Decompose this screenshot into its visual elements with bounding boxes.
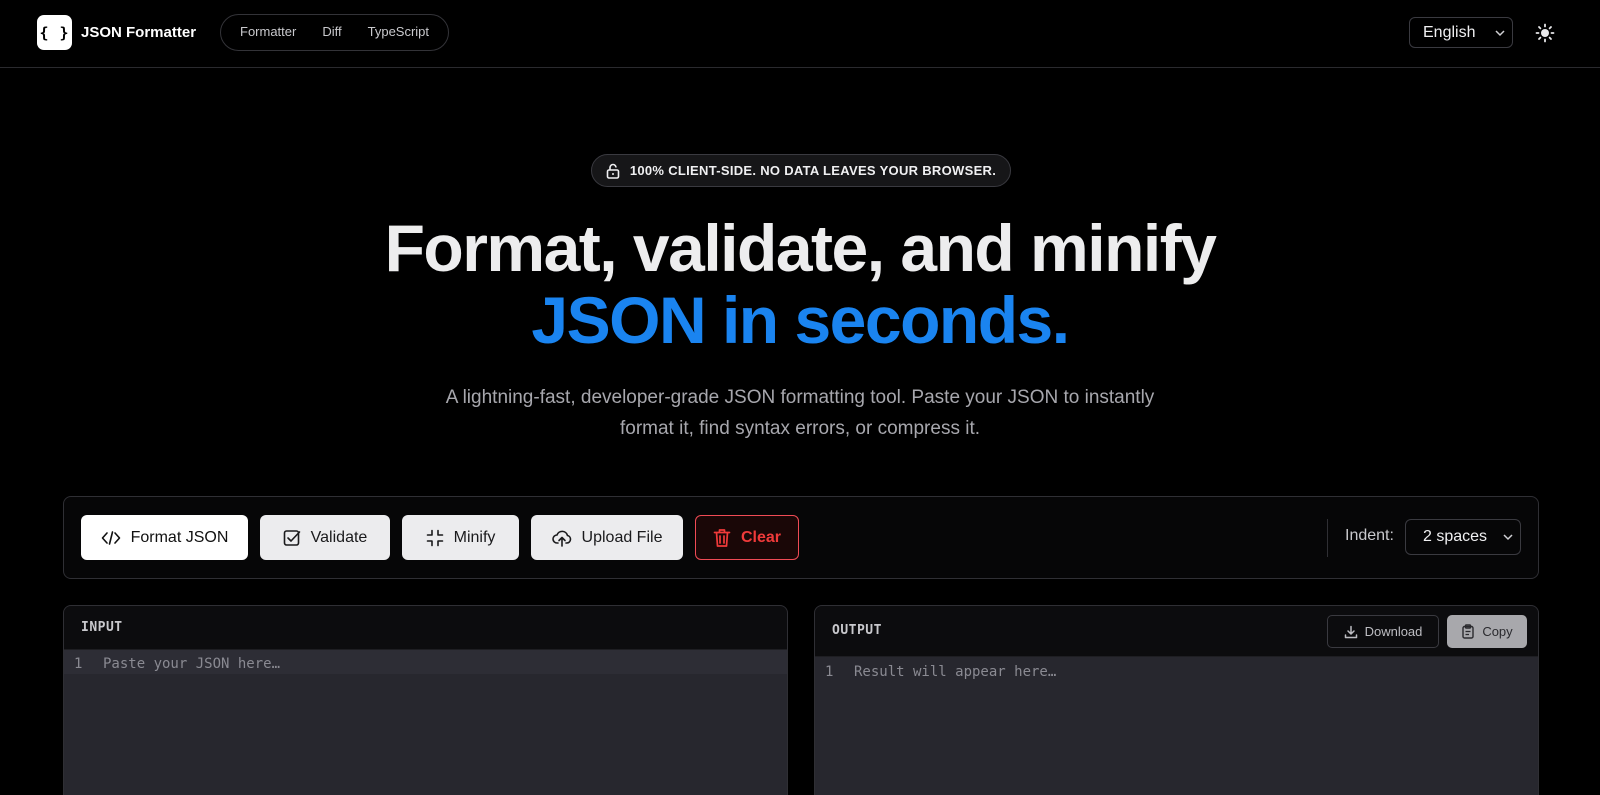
indent-value: 2 spaces <box>1423 528 1488 545</box>
braces-logo-icon: { } <box>37 15 72 50</box>
input-panel-title: INPUT <box>81 620 123 635</box>
chevron-down-icon <box>1503 534 1513 541</box>
clipboard-icon <box>1462 624 1475 639</box>
app-name: JSON Formatter <box>81 24 197 41</box>
brand[interactable]: { } JSON Formatter <box>37 15 196 50</box>
input-panel: INPUT 1 Paste your JSON here… <box>63 605 788 795</box>
toolbar-divider <box>1327 519 1328 557</box>
title-line-1: Format, validate, and minify <box>384 211 1217 285</box>
output-panel: OUTPUT Download Copy 1 Result will appea… <box>814 605 1539 795</box>
line-number: 1 <box>825 664 834 680</box>
badge-text: 100% CLIENT-SIDE. NO DATA LEAVES YOUR BR… <box>629 163 997 178</box>
page-subtitle: A lightning-fast, developer-grade JSON f… <box>445 387 1155 439</box>
input-editor[interactable]: 1 Paste your JSON here… <box>64 650 787 795</box>
upload-file-label: Upload File <box>581 528 663 546</box>
code-icon <box>101 530 120 545</box>
minimize-icon <box>426 529 443 546</box>
action-toolbar: Format JSON Validate Minify Upload File … <box>63 496 1539 579</box>
minify-label: Minify <box>453 528 496 546</box>
sun-icon <box>1535 23 1555 43</box>
top-bar: { } JSON Formatter Formatter Diff TypeSc… <box>0 0 1600 68</box>
line-number: 1 <box>74 656 83 672</box>
privacy-badge: 100% CLIENT-SIDE. NO DATA LEAVES YOUR BR… <box>591 154 1011 187</box>
download-icon <box>1344 625 1357 638</box>
language-select[interactable]: English <box>1409 17 1513 48</box>
input-panel-header: INPUT <box>64 606 787 650</box>
cloud-upload-icon <box>551 530 571 547</box>
validate-label: Validate <box>310 528 368 546</box>
lock-icon <box>606 163 620 179</box>
language-value: English <box>1423 23 1476 41</box>
copy-button[interactable]: Copy <box>1447 615 1527 648</box>
theme-toggle-button[interactable] <box>1534 22 1556 44</box>
indent-label: Indent: <box>1345 527 1394 544</box>
main-nav: Formatter Diff TypeScript <box>220 14 450 51</box>
page-title: Format, validate, and minify JSON in sec… <box>0 212 1600 356</box>
nav-formatter[interactable]: Formatter <box>229 14 307 51</box>
input-placeholder: Paste your JSON here… <box>103 656 281 672</box>
copy-label: Copy <box>1482 624 1513 639</box>
upload-file-button[interactable]: Upload File <box>531 515 683 560</box>
clear-label: Clear <box>740 528 782 546</box>
output-viewer[interactable]: 1 Result will appear here… <box>815 657 1538 795</box>
clear-button[interactable]: Clear <box>695 515 799 560</box>
output-panel-header: OUTPUT Download Copy <box>815 606 1538 657</box>
title-line-2-accent: JSON in seconds. <box>531 283 1070 357</box>
indent-select[interactable]: 2 spaces <box>1405 519 1521 555</box>
nav-typescript[interactable]: TypeScript <box>357 14 440 51</box>
check-square-icon <box>283 529 300 546</box>
format-json-button[interactable]: Format JSON <box>81 515 248 560</box>
validate-button[interactable]: Validate <box>260 515 390 560</box>
output-placeholder: Result will appear here… <box>854 664 1057 680</box>
chevron-down-icon <box>1495 30 1505 37</box>
download-button[interactable]: Download <box>1327 615 1439 648</box>
minify-button[interactable]: Minify <box>402 515 519 560</box>
nav-diff[interactable]: Diff <box>311 14 352 51</box>
output-panel-title: OUTPUT <box>832 623 882 638</box>
trash-icon <box>713 528 731 547</box>
format-json-label: Format JSON <box>130 528 229 546</box>
download-label: Download <box>1364 624 1423 639</box>
